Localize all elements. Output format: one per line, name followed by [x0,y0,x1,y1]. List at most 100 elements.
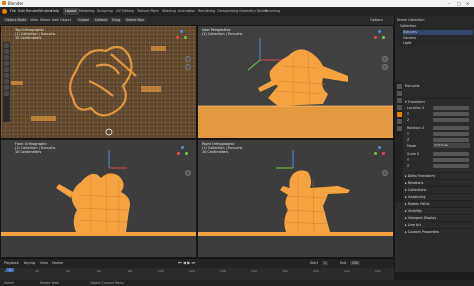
modifier-tab-icon[interactable] [396,119,402,124]
timeline-menu-keying[interactable]: Keying [24,261,35,265]
render-tab-icon[interactable] [396,91,402,96]
section-custom-properties[interactable]: ▸ Custom Properties [405,228,473,235]
section-relations[interactable]: ▸ Relations [405,179,473,186]
tab-modeling[interactable]: Modeling [77,8,96,15]
add-cube-tool-icon[interactable] [4,91,9,96]
options-dropdown[interactable]: Options [370,18,383,22]
scale-z-field[interactable] [433,164,469,168]
viewport-top-orthographic[interactable]: Top Orthographic (1) Collection | Eunuch… [0,25,197,139]
section-viewport-display[interactable]: ▸ Viewport Display [405,214,473,221]
viewport-front-orthographic[interactable]: Front Orthographic (1) Collection | Eunu… [0,139,197,258]
outliner-row-light[interactable]: Light [403,41,474,46]
output-tab-icon[interactable] [396,98,402,103]
viewport-right-orthographic[interactable]: Right Orthographic (1) Collection | Eunu… [197,139,394,258]
pan-icon[interactable] [185,64,191,70]
object-name-field[interactable]: Eunuchs [405,84,471,89]
playback-controls[interactable]: ⏮ ◀ ▶ ⏭ [178,260,195,265]
minimize-button[interactable]: – [448,1,450,6]
select-box-dropdown[interactable]: Select Box [124,18,146,22]
frame-tick: 80 [128,269,132,273]
section-line-art[interactable]: ▸ Line Art [405,221,473,228]
end-frame-field[interactable]: 250 [350,261,361,265]
tab-uv-editing[interactable]: UV Editing [114,8,136,15]
section-delta-transform[interactable]: ▸ Delta Transform [405,172,473,179]
drag-dropdown[interactable]: Drag [110,18,123,22]
section-motion-paths[interactable]: ▸ Motion Paths [405,200,473,207]
rotation-y-field[interactable] [433,132,469,136]
pivot-dropdown[interactable]: Default [93,18,110,22]
section-collections[interactable]: ▸ Collections [405,186,473,193]
start-frame-label: Start [310,261,319,265]
section-label: Motion Paths [407,202,430,206]
transform-tool-icon[interactable] [4,73,9,78]
scale-y-field[interactable] [433,158,469,162]
viewport-user-perspective[interactable]: User Perspective (1) Collection | Eunuch… [197,25,394,139]
orientation-dropdown[interactable]: Global [76,18,91,22]
menu-help[interactable]: Help [51,9,59,13]
timeline-menu-marker[interactable]: Marker [52,261,63,265]
location-z-row[interactable]: Z [407,117,473,123]
title-bar: Blender – □ ✕ [0,0,474,7]
measure-tool-icon[interactable] [4,85,9,90]
tab-texture-paint[interactable]: Texture Paint [135,8,161,15]
top-menu-bar: File Edit Render Window Help Layout Mode… [0,7,474,16]
outliner-row-scene-collection[interactable]: Scene Collection [397,18,473,23]
mode-selector[interactable]: Object Mode [3,18,29,22]
menu-select[interactable]: Select [40,18,50,22]
zoom-icon[interactable] [185,56,191,62]
menu-object[interactable]: Object [60,18,71,22]
rotation-mode-dropdown[interactable]: XYZ Euler [433,143,470,148]
section-label: Relations [407,181,424,185]
pan-icon[interactable] [382,64,388,70]
annotate-tool-icon[interactable] [4,79,9,84]
menu-render[interactable]: Render [26,9,39,13]
scale-tool-icon[interactable] [4,67,9,72]
location-y-field[interactable] [433,112,469,116]
tab-sculpting[interactable]: Sculpting [95,8,115,15]
location-x-field[interactable] [433,106,469,110]
outliner-row-collection[interactable]: Collection [400,24,474,29]
scale-z-row[interactable]: Z [407,163,473,169]
start-frame-field[interactable]: 1 [322,261,329,265]
material-tab-icon[interactable] [396,126,402,131]
zoom-icon[interactable] [382,56,388,62]
rotate-tool-icon[interactable] [4,61,9,66]
current-frame-indicator[interactable]: 1 [6,268,14,272]
menu-add[interactable]: Add [52,18,59,22]
section-instancing[interactable]: ▸ Instancing [405,193,473,200]
window-title: Blender [8,1,24,6]
select-tool-icon[interactable] [4,43,9,48]
outliner-row-eunuchs[interactable]: Eunuchs [403,30,473,35]
properties-tabs [395,82,403,202]
section-transform[interactable]: ▾ Transform [405,98,473,105]
menu-view[interactable]: View [30,18,38,22]
timeline-menu-playback[interactable]: Playback [4,261,19,265]
timeline-menu-view[interactable]: View [40,261,48,265]
status-context-menu: Object Context Menu [90,281,124,285]
section-label: Delta Transform [407,174,435,178]
blender-menu-icon[interactable] [2,9,7,14]
cursor-tool-icon[interactable] [4,49,9,54]
move-tool-icon[interactable] [4,55,9,60]
zoom-icon[interactable] [185,170,191,176]
field-label: Y [407,112,410,116]
scale-x-field[interactable] [433,152,469,156]
section-label: Visibility [407,209,422,213]
zoom-icon[interactable] [382,170,388,176]
rotation-x-field[interactable] [433,126,469,130]
rotation-mode-row[interactable]: Mode XYZ Euler [407,143,473,149]
menu-edit[interactable]: Edit [18,9,25,13]
close-button[interactable]: ✕ [466,1,469,6]
rotation-z-field[interactable] [433,138,469,142]
tool-tab-icon[interactable] [396,84,402,89]
location-z-field[interactable] [433,118,469,122]
section-visibility[interactable]: ▸ Visibility [405,207,473,214]
field-label: Location X [407,106,425,110]
row-label: Light [403,41,412,45]
tab-scripting[interactable]: Scripting [263,8,282,15]
object-tab-icon[interactable] [396,112,402,117]
maximize-button[interactable]: □ [457,1,461,6]
menu-file[interactable]: File [10,9,16,13]
scene-tab-icon[interactable] [396,105,402,110]
tab-animation[interactable]: Animation [176,8,197,15]
